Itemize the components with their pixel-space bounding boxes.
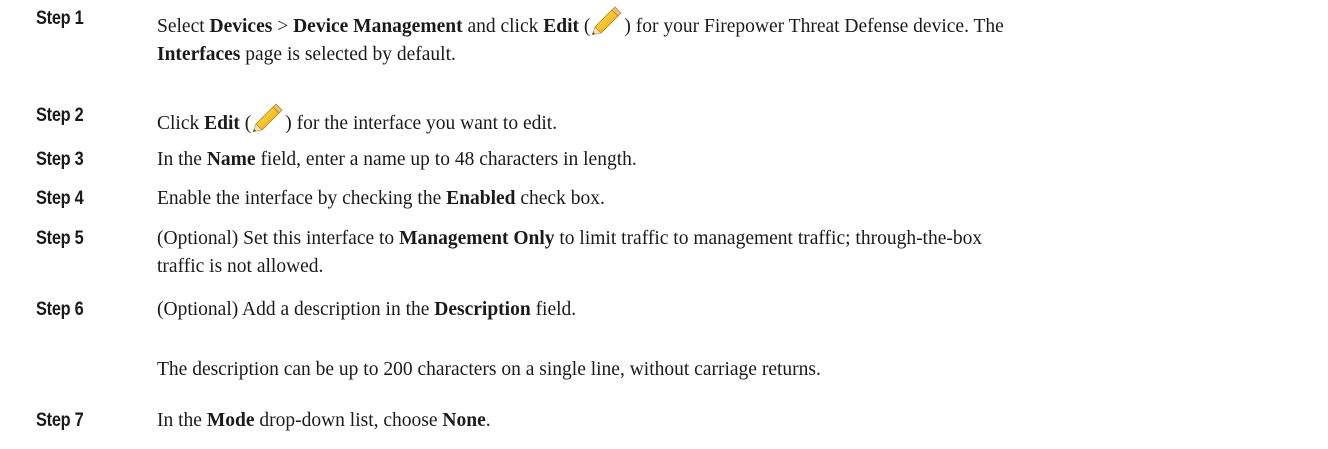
- text: drop-down list, choose: [254, 410, 443, 431]
- text: to limit traffic to management traffic; …: [554, 228, 983, 249]
- step-body: Enable the interface by checking the Ena…: [157, 185, 1317, 213]
- step-label: Step 3: [36, 149, 84, 170]
- step-text-line: Select Devices > Device Management and c…: [157, 5, 1317, 41]
- text: page is selected by default.: [240, 44, 456, 65]
- text: traffic is not allowed.: [157, 256, 324, 277]
- step-label: Step 6: [36, 299, 84, 320]
- text: (: [239, 113, 252, 134]
- step-label: Step 1: [36, 8, 84, 29]
- text: (: [579, 16, 591, 37]
- text: and click: [462, 16, 544, 37]
- step-body: (Optional) Add a description in the Desc…: [157, 296, 1317, 384]
- management-only-label: Management Only: [399, 228, 555, 249]
- text: (Optional) Set this interface to: [157, 228, 400, 249]
- step-text-line: In the Mode drop-down list, choose None.: [157, 407, 1317, 435]
- mode-dropdown-label: Mode: [206, 410, 255, 431]
- step-body: (Optional) Set this interface to Managem…: [157, 225, 1317, 281]
- step-text-line: Enable the interface by checking the Ena…: [157, 185, 1317, 213]
- step-text-line: (Optional) Set this interface to Managem…: [157, 225, 1317, 253]
- step-label: Step 7: [36, 410, 84, 431]
- edit-label: Edit: [204, 113, 240, 134]
- step-body: Click Edit ( ) for the interface you want…: [157, 102, 1317, 138]
- text: Click: [157, 113, 205, 134]
- menu-devices: Devices: [209, 16, 273, 37]
- interfaces-label: Interfaces: [157, 44, 241, 65]
- step-text-line: Interfaces page is selected by default.: [157, 41, 1317, 69]
- step-label: Step 5: [36, 228, 84, 249]
- pencil-icon: [252, 102, 284, 132]
- step-text-line: Click Edit ( ) for the interface you want…: [157, 102, 1317, 138]
- text: check box.: [515, 188, 605, 209]
- edit-label: Edit: [543, 16, 580, 37]
- mode-option-none: None: [442, 410, 486, 431]
- step-note: The description can be up to 200 charact…: [157, 359, 821, 380]
- text: >: [272, 16, 294, 37]
- step-text-line: In the Name field, enter a name up to 48…: [157, 146, 1317, 174]
- step-body: Select Devices > Device Management and c…: [157, 5, 1317, 69]
- step-label: Step 2: [36, 105, 84, 126]
- text: ) for your Firepower Threat Defense devi…: [624, 16, 1004, 37]
- step-text-line: traffic is not allowed.: [157, 253, 1317, 281]
- text: In the: [157, 410, 207, 431]
- step-body: In the Name field, enter a name up to 48…: [157, 146, 1317, 174]
- step-label: Step 4: [36, 188, 84, 209]
- text: In the: [157, 149, 207, 170]
- name-field-label: Name: [206, 149, 256, 170]
- text: field, enter a name up to 48 characters …: [255, 149, 637, 170]
- text: ) for the interface you want to edit.: [285, 113, 558, 134]
- enabled-checkbox-label: Enabled: [446, 188, 516, 209]
- text: field.: [530, 299, 577, 320]
- text: Select: [157, 16, 210, 37]
- menu-device-management: Device Management: [293, 16, 463, 37]
- text: .: [485, 410, 491, 431]
- pencil-icon: [591, 5, 623, 35]
- text: Enable the interface by checking the: [157, 188, 447, 209]
- description-field-label: Description: [434, 299, 531, 320]
- step-body: In the Mode drop-down list, choose None.: [157, 407, 1317, 435]
- text: (Optional) Add a description in the: [157, 299, 435, 320]
- step-text-line: (Optional) Add a description in the Desc…: [157, 296, 1317, 324]
